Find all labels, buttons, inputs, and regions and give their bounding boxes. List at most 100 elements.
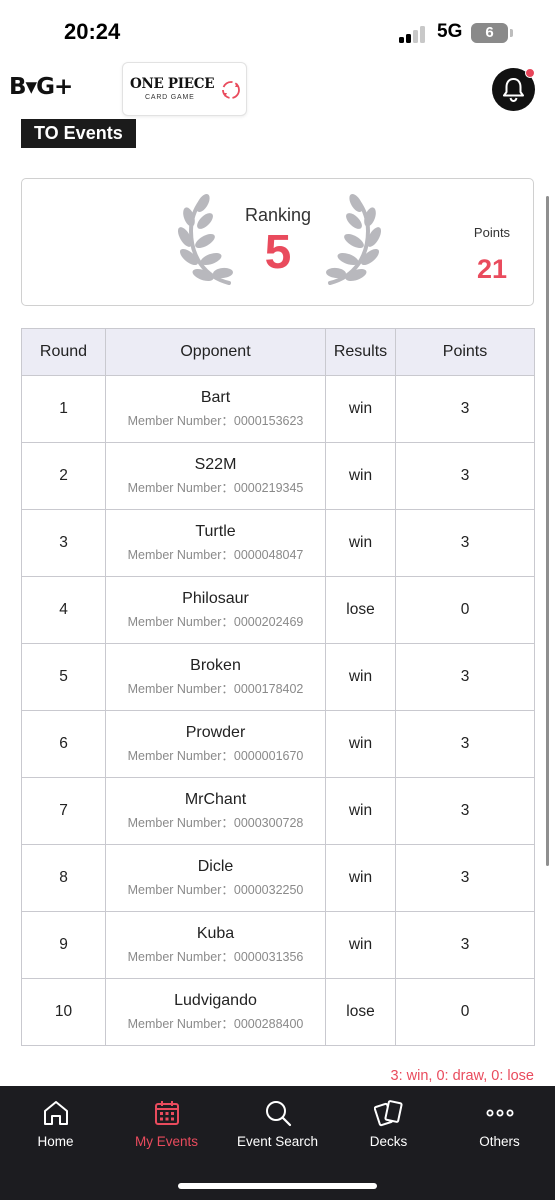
round-cell: 4 bbox=[21, 576, 106, 644]
member-number: Member Number：0000288400 bbox=[127, 1017, 304, 1031]
table-row: 10 Ludvigando Member Number：0000288400 lo… bbox=[21, 978, 535, 1046]
result-cell: lose bbox=[325, 978, 396, 1046]
result-cell: win bbox=[325, 442, 396, 510]
nav-item-my-events[interactable]: My Events bbox=[111, 1086, 222, 1166]
points-cell: 3 bbox=[395, 442, 535, 510]
game-logo-title: ONE PIECE bbox=[130, 76, 215, 92]
nav-label: Event Search bbox=[236, 1134, 319, 1149]
result-cell: win bbox=[325, 777, 396, 845]
home-icon bbox=[44, 1101, 68, 1125]
nav-item-home[interactable]: Home bbox=[0, 1086, 111, 1166]
table-row: 9 Kuba Member Number：0000031356 win 3 bbox=[21, 911, 535, 979]
game-logo-button[interactable]: ONE PIECE CARD GAME bbox=[122, 62, 247, 116]
network-type: 5G bbox=[437, 21, 463, 42]
app-logo[interactable]: B▾G+ bbox=[9, 74, 73, 100]
header-results: Results bbox=[325, 328, 396, 376]
home-indicator bbox=[178, 1183, 377, 1189]
table-row: 7 MrChant Member Number：0000300728 win 3 bbox=[21, 777, 535, 845]
round-cell: 9 bbox=[21, 911, 106, 979]
opponent-cell: S22M Member Number：0000219345 bbox=[105, 442, 326, 510]
status-bar: 20:24 5G 6 bbox=[0, 0, 555, 62]
opponent-name: Kuba bbox=[196, 925, 235, 942]
points-cell: 3 bbox=[395, 844, 535, 912]
ranking-label: Ranking bbox=[244, 205, 312, 225]
calendar-icon bbox=[155, 1101, 179, 1125]
member-number: Member Number：0000153623 bbox=[127, 414, 304, 428]
result-cell: win bbox=[325, 911, 396, 979]
member-number: Member Number：0000032250 bbox=[127, 883, 304, 897]
page-title: TO Events bbox=[21, 119, 136, 148]
nav-label: Others bbox=[479, 1134, 520, 1149]
opponent-name: Ludvigando bbox=[174, 992, 257, 1009]
table-row: 5 Broken Member Number：0000178402 win 3 bbox=[21, 643, 535, 711]
opponent-name: Bart bbox=[200, 389, 231, 406]
opponent-cell: Bart Member Number：0000153623 bbox=[105, 375, 326, 443]
member-number: Member Number：0000300728 bbox=[127, 816, 304, 830]
scrollbar[interactable] bbox=[546, 196, 549, 866]
battery-icon: 6 bbox=[471, 23, 508, 43]
battery-level: 6 bbox=[471, 23, 508, 43]
table-row: 6 Prowder Member Number：0000001670 win 3 bbox=[21, 710, 535, 778]
points-cell: 3 bbox=[395, 509, 535, 577]
member-number: Member Number：0000031356 bbox=[127, 950, 304, 964]
result-cell: win bbox=[325, 844, 396, 912]
round-cell: 8 bbox=[21, 844, 106, 912]
status-time: 20:24 bbox=[64, 19, 121, 44]
opponent-cell: Kuba Member Number：0000031356 bbox=[105, 911, 326, 979]
more-icon bbox=[486, 1109, 514, 1117]
opponent-name: Dicle bbox=[197, 858, 234, 875]
round-cell: 6 bbox=[21, 710, 106, 778]
member-number: Member Number：0000178402 bbox=[127, 682, 304, 696]
opponent-cell: Ludvigando Member Number：0000288400 bbox=[105, 978, 326, 1046]
header-points: Points bbox=[395, 328, 535, 376]
table-row: 4 Philosaur Member Number：0000202469 lose… bbox=[21, 576, 535, 644]
opponent-name: S22M bbox=[194, 456, 237, 473]
points-cell: 3 bbox=[395, 643, 535, 711]
header-round: Round bbox=[21, 328, 106, 376]
table-row: 1 Bart Member Number：0000153623 win 3 bbox=[21, 375, 535, 443]
cards-icon bbox=[374, 1100, 403, 1127]
result-cell: win bbox=[325, 375, 396, 443]
switch-game-icon bbox=[222, 81, 240, 99]
nav-item-others[interactable]: Others bbox=[444, 1086, 555, 1166]
result-cell: win bbox=[325, 710, 396, 778]
points-cell: 3 bbox=[395, 710, 535, 778]
round-cell: 2 bbox=[21, 442, 106, 510]
opponent-cell: Turtle Member Number：0000048047 bbox=[105, 509, 326, 577]
points-value: 21 bbox=[476, 254, 508, 284]
member-number: Member Number：0000219345 bbox=[127, 481, 304, 495]
ranking-summary-card: Ranking 5 Points 21 bbox=[21, 178, 534, 306]
opponent-name: Broken bbox=[190, 657, 241, 674]
notification-badge bbox=[525, 68, 535, 78]
table-row: 8 Dicle Member Number：0000032250 win 3 bbox=[21, 844, 535, 912]
points-cell: 3 bbox=[395, 911, 535, 979]
member-number: Member Number：0000048047 bbox=[127, 548, 304, 562]
table-row: 2 S22M Member Number：0000219345 win 3 bbox=[21, 442, 535, 510]
nav-label: Decks bbox=[369, 1134, 408, 1149]
opponent-cell: Broken Member Number：0000178402 bbox=[105, 643, 326, 711]
nav-item-decks[interactable]: Decks bbox=[333, 1086, 444, 1166]
search-icon bbox=[266, 1101, 292, 1127]
opponent-cell: Dicle Member Number：0000032250 bbox=[105, 844, 326, 912]
nav-item-event-search[interactable]: Event Search bbox=[222, 1086, 333, 1166]
opponent-cell: Prowder Member Number：0000001670 bbox=[105, 710, 326, 778]
member-number: Member Number：0000202469 bbox=[127, 615, 304, 629]
nav-label: Home bbox=[37, 1134, 74, 1149]
opponent-name: MrChant bbox=[184, 791, 247, 808]
cellular-signal-icon bbox=[399, 25, 429, 43]
opponent-name: Prowder bbox=[185, 724, 246, 741]
points-cell: 0 bbox=[395, 978, 535, 1046]
results-table: Round Opponent Results Points 1 Bart Memb… bbox=[21, 328, 535, 1046]
round-cell: 3 bbox=[21, 509, 106, 577]
points-legend: 3: win, 0: draw, 0: lose bbox=[390, 1068, 534, 1084]
round-cell: 1 bbox=[21, 375, 106, 443]
result-cell: win bbox=[325, 509, 396, 577]
points-cell: 3 bbox=[395, 777, 535, 845]
points-cell: 0 bbox=[395, 576, 535, 644]
opponent-cell: Philosaur Member Number：0000202469 bbox=[105, 576, 326, 644]
round-cell: 7 bbox=[21, 777, 106, 845]
ranking-value: 5 bbox=[264, 226, 292, 279]
member-number: Member Number：0000001670 bbox=[127, 749, 304, 763]
points-cell: 3 bbox=[395, 375, 535, 443]
opponent-name: Turtle bbox=[195, 523, 236, 540]
